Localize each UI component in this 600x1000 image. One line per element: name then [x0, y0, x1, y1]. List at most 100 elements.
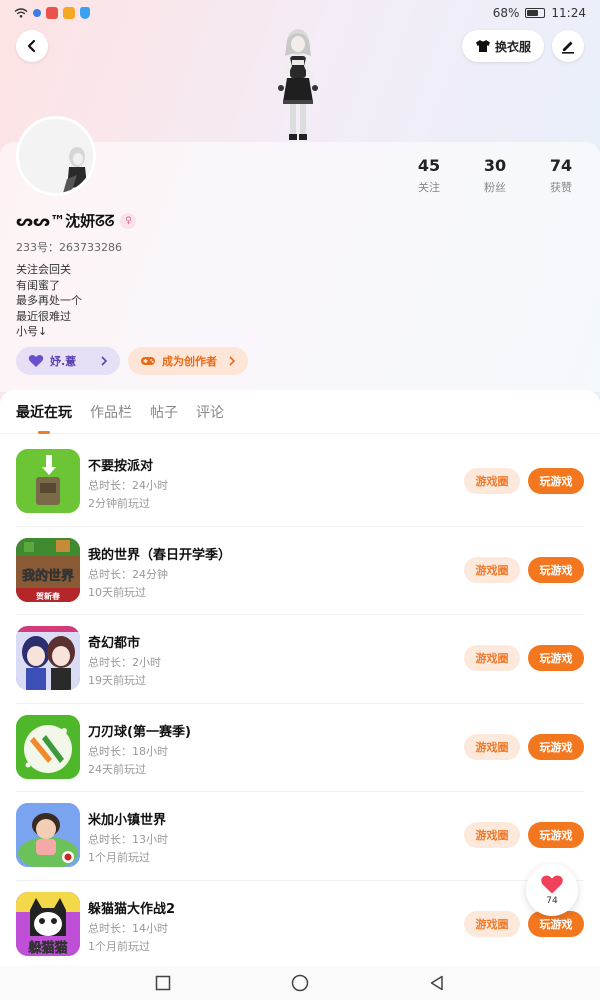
game-circle-button[interactable]: 游戏圈 — [464, 822, 520, 848]
game-circle-button[interactable]: 游戏圈 — [464, 733, 520, 760]
miga-town-icon[interactable] — [16, 803, 80, 867]
game-row[interactable]: 不要按派对 总时长：24小时 2分钟前玩过 游戏圈 玩游戏 — [16, 438, 584, 527]
change-outfit-button[interactable]: 换衣服 — [462, 30, 544, 62]
stat-likes[interactable]: 74 获赞 — [528, 156, 594, 195]
heart-icon — [28, 355, 44, 367]
stat-likes-label: 获赞 — [550, 181, 572, 194]
game-row[interactable]: 我的世界 贺新春 我的世界（春日开学季） 总时长：24分钟 10天前玩过 游戏圈… — [16, 527, 584, 615]
stat-following[interactable]: 45 关注 — [396, 156, 462, 195]
clock: 11:24 — [551, 6, 586, 20]
game-icon-art — [16, 714, 80, 779]
bio-line: 小号↓ — [16, 325, 48, 338]
back-button[interactable] — [16, 30, 48, 62]
like-float-button[interactable]: 74 — [526, 864, 578, 916]
game-row[interactable]: 奇幻都市 总时长：2小时 19天前玩过 游戏圈 玩游戏 — [16, 615, 584, 704]
game-row[interactable]: 米加小镇世界 总时长：13小时 1个月前玩过 游戏圈 玩游戏 — [16, 792, 584, 881]
game-icon-art — [16, 449, 80, 513]
game-title: 奇幻都市 — [88, 636, 141, 651]
tab-comments[interactable]: 评论 — [196, 402, 224, 422]
game-title: 米加小镇世界 — [88, 813, 167, 828]
game-last-played: 24天前玩过 — [88, 762, 146, 776]
tshirt-icon — [475, 40, 490, 52]
game-last-played: 19天前玩过 — [88, 674, 146, 687]
stat-following-count: 45 — [417, 156, 441, 175]
game-row[interactable]: 躲猫猫 躲猫猫大作战2 总时长：14小时 1个月前玩过 游戏圈 玩游戏 — [16, 881, 584, 970]
tab-works[interactable]: 作品栏 — [90, 402, 132, 422]
green-button-game-icon[interactable] — [16, 449, 80, 513]
game-duration: 总时长：2小时 — [88, 656, 161, 669]
become-creator-chip[interactable]: 成为创作者 — [128, 347, 248, 375]
game-last-played: 2分钟前玩过 — [88, 497, 150, 510]
game-circle-button[interactable]: 游戏圈 — [464, 556, 520, 583]
game-row[interactable]: 刀刃球(第一赛季) 总时长：18小时 24天前玩过 游戏圈 玩游戏 — [16, 704, 584, 792]
recent-games-list: 不要按派对 总时长：24小时 2分钟前玩过 游戏圈 玩游戏 我的世界 贺新春 我… — [0, 438, 600, 969]
gender-female-icon[interactable]: ♀ — [120, 212, 137, 229]
profile-tabs: 最近在玩 作品栏 帖子 评论 — [0, 390, 600, 434]
tab-recently-played[interactable]: 最近在玩 — [16, 402, 72, 422]
chevron-right-icon — [229, 356, 236, 366]
home-icon[interactable] — [291, 974, 309, 992]
notification-app-icon-orange — [63, 7, 75, 19]
game-last-played: 1个月前玩过 — [88, 939, 150, 953]
anime-characters-icon[interactable] — [16, 626, 80, 690]
battery-percent: 68% — [492, 6, 520, 20]
minecraft-icon-title: 我的世界 — [22, 568, 74, 584]
nickname: ᔕᔕ™沈妍ᘔᘔ — [16, 212, 115, 230]
tab-posts[interactable]: 帖子 — [150, 402, 178, 422]
become-creator-label: 成为创作者 — [162, 355, 217, 368]
game-title: 刀刃球(第一赛季) — [88, 724, 191, 740]
chevron-right-icon — [101, 356, 108, 366]
notification-shield-icon — [80, 7, 90, 19]
game-icon-art: 我的世界 贺新春 — [16, 537, 80, 602]
battery-icon — [525, 8, 546, 18]
play-game-button[interactable]: 玩游戏 — [528, 645, 584, 671]
game-circle-button[interactable]: 游戏圈 — [464, 910, 520, 937]
game-circle-button[interactable]: 游戏圈 — [464, 645, 520, 671]
recent-apps-icon[interactable] — [155, 975, 171, 991]
notification-app-icon-blue — [33, 9, 41, 17]
pencil-icon — [562, 41, 574, 54]
avatar[interactable] — [16, 116, 96, 196]
play-game-button[interactable]: 玩游戏 — [528, 822, 584, 848]
game-icon-art: 躲猫猫 — [16, 891, 80, 956]
nickname-row: ᔕᔕ™沈妍ᘔᘔ ♀ — [16, 210, 137, 231]
stat-followers-count: 30 — [483, 156, 507, 175]
game-duration: 总时长：18小时 — [88, 744, 168, 758]
play-game-button[interactable]: 玩游戏 — [528, 556, 584, 583]
friend-chip-label: 妤.薏 — [50, 355, 77, 368]
play-game-button[interactable]: 玩游戏 — [528, 468, 584, 494]
back-triangle-icon[interactable] — [429, 975, 445, 991]
game-icon-art — [16, 626, 80, 690]
battery-level — [527, 10, 538, 16]
game-title: 躲猫猫大作战2 — [88, 901, 176, 917]
bio-line: 最多再处一个 — [16, 294, 82, 307]
chevron-left-icon — [27, 39, 36, 53]
game-circle-button[interactable]: 游戏圈 — [464, 468, 520, 494]
play-game-button[interactable]: 玩游戏 — [528, 733, 584, 760]
game-duration: 总时长：24分钟 — [88, 567, 168, 581]
bio-line: 有闺蜜了 — [16, 278, 60, 292]
change-outfit-label: 换衣服 — [494, 39, 531, 54]
like-count: 74 — [546, 896, 558, 906]
cat-hide-icon-title: 躲猫猫 — [28, 940, 67, 956]
stat-following-label: 关注 — [418, 181, 440, 194]
system-navigation-bar — [0, 966, 600, 1000]
gamepad-icon — [141, 357, 155, 365]
game-icon-art — [16, 803, 80, 867]
stat-likes-count: 74 — [549, 156, 573, 175]
game-duration: 总时长：14小时 — [88, 921, 168, 935]
stat-followers-label: 粉丝 — [484, 181, 506, 194]
friend-chip[interactable]: 妤.薏 — [16, 347, 120, 375]
edit-profile-button[interactable] — [552, 30, 584, 62]
profile-stats: 45 关注 30 粉丝 74 获赞 — [396, 156, 596, 195]
notification-app-icon-red — [46, 7, 58, 19]
user-id: 233号：263733286 — [16, 241, 122, 254]
cat-hide-icon[interactable]: 躲猫猫 — [16, 891, 80, 956]
blade-ball-icon[interactable] — [16, 714, 80, 779]
stat-followers[interactable]: 30 粉丝 — [462, 156, 528, 195]
heart-icon — [541, 875, 563, 894]
bio: 关注会回关 有闺蜜了 最多再处一个 最近很难过 小号↓ — [16, 262, 82, 340]
bio-line: 最近很难过 — [16, 309, 71, 323]
minecraft-icon[interactable]: 我的世界 贺新春 — [16, 537, 80, 602]
game-title: 不要按派对 — [88, 459, 154, 474]
